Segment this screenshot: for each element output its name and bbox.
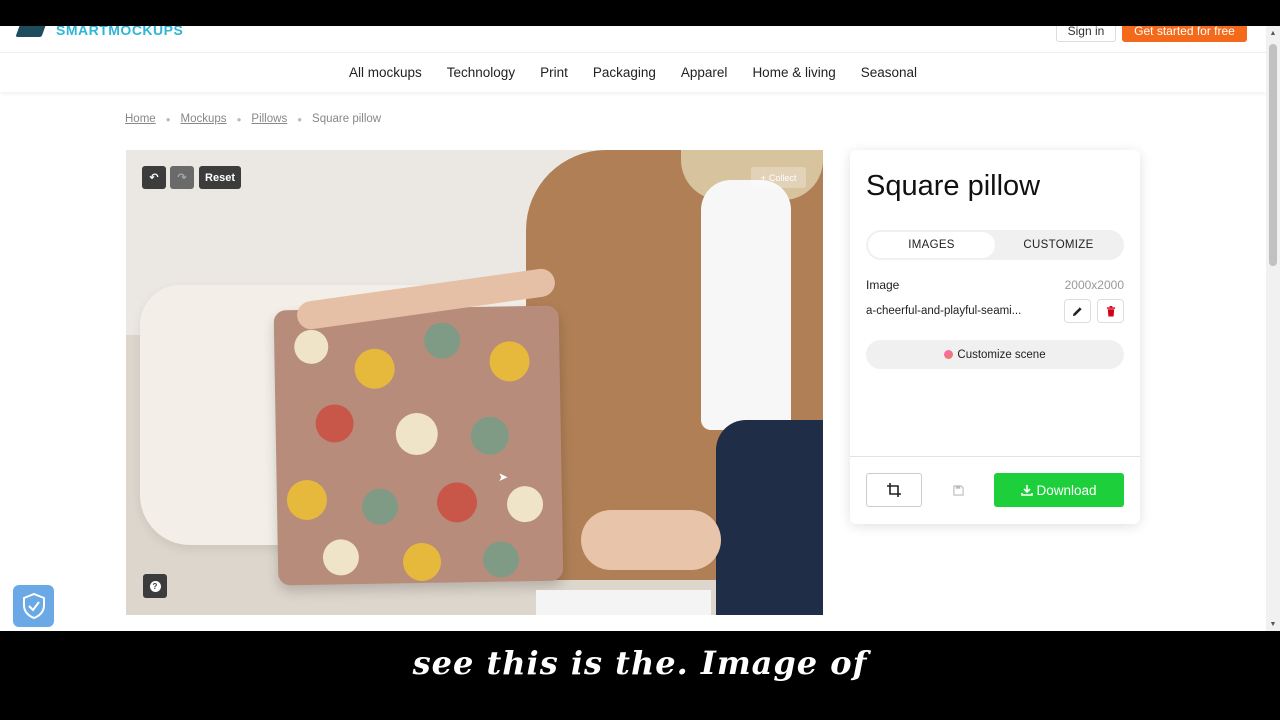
logo-icon <box>15 26 47 37</box>
shield-check-icon <box>22 593 45 619</box>
pattern-flower <box>506 485 544 523</box>
undo-button[interactable]: ↶ <box>142 166 166 189</box>
mockup-preview[interactable]: ➤ ↶ ↷ Reset + Collect ? <box>126 150 823 615</box>
breadcrumb-separator: ● <box>297 114 303 124</box>
nav-item-home-living[interactable]: Home & living <box>752 65 835 80</box>
pattern-flower <box>315 404 354 443</box>
nav-item-packaging[interactable]: Packaging <box>593 65 656 80</box>
panel-title: Square pillow <box>866 170 1041 202</box>
breadcrumb-mockups[interactable]: Mockups <box>181 113 227 125</box>
edit-image-button[interactable] <box>1064 299 1091 323</box>
letterbox-top <box>0 0 1280 26</box>
question-icon: ? <box>149 580 161 592</box>
breadcrumb-current: Square pillow <box>312 113 382 125</box>
pencil-icon <box>1072 306 1082 316</box>
undo-icon: ↶ <box>149 172 159 184</box>
save-button[interactable] <box>930 473 986 507</box>
crop-icon <box>887 483 901 497</box>
get-started-button[interactable]: Get started for free <box>1122 26 1247 42</box>
scene-book <box>536 590 711 615</box>
pattern-flower <box>322 539 360 576</box>
breadcrumb-home[interactable]: Home <box>125 113 156 125</box>
mockup-settings-panel: Square pillow IMAGES CUSTOMIZE Image 200… <box>850 150 1140 524</box>
pattern-flower <box>293 329 329 365</box>
collect-button[interactable]: + Collect <box>751 167 806 188</box>
nav-item-technology[interactable]: Technology <box>447 65 515 80</box>
scene-person-shirt <box>701 180 791 430</box>
image-size: 2000x2000 <box>1064 278 1124 292</box>
video-frame: SMARTMOCKUPS Sign in Get started for fre… <box>0 0 1280 720</box>
panel-tabs: IMAGES CUSTOMIZE <box>866 230 1124 260</box>
download-icon <box>1021 485 1034 496</box>
pattern-flower <box>436 481 478 523</box>
pattern-flower <box>489 341 530 382</box>
mockup-pillow-pattern[interactable] <box>273 305 564 586</box>
nav-item-apparel[interactable]: Apparel <box>681 65 728 80</box>
pattern-flower <box>354 348 395 390</box>
breadcrumb-separator: ● <box>165 114 171 124</box>
scroll-down-icon[interactable]: ▼ <box>1269 621 1277 629</box>
help-button[interactable]: ? <box>143 574 167 598</box>
nav-item-print[interactable]: Print <box>540 65 568 80</box>
customize-scene-button[interactable]: Customize scene <box>866 340 1124 369</box>
logo-text: SMARTMOCKUPS <box>56 26 184 38</box>
scene-person-hand <box>581 510 721 570</box>
plus-icon: + <box>760 172 766 183</box>
scene-person-jeans <box>716 420 823 615</box>
subtitle-text: see this is the. Image of <box>412 643 868 682</box>
tab-images[interactable]: IMAGES <box>868 232 995 258</box>
subtitle-bar: see this is the. Image of <box>0 631 1280 720</box>
privacy-shield-button[interactable] <box>13 585 54 627</box>
collect-label: Collect <box>768 172 797 183</box>
breadcrumb: Home ● Mockups ● Pillows ● Square pillow <box>125 113 381 125</box>
save-icon <box>952 484 964 496</box>
trash-icon <box>1106 305 1115 317</box>
customize-scene-label: Customize scene <box>957 348 1046 361</box>
download-button[interactable]: Download <box>994 473 1124 507</box>
mouse-cursor-icon: ➤ <box>498 470 509 484</box>
pattern-flower <box>395 412 439 456</box>
pattern-flower <box>286 479 328 521</box>
pattern-flower <box>482 541 520 578</box>
redo-button[interactable]: ↷ <box>170 166 194 189</box>
tab-customize[interactable]: CUSTOMIZE <box>995 232 1122 258</box>
sign-in-button[interactable]: Sign in <box>1056 26 1116 42</box>
browser-page: SMARTMOCKUPS Sign in Get started for fre… <box>0 26 1266 631</box>
reset-button[interactable]: Reset <box>199 166 241 189</box>
crop-button[interactable] <box>866 473 922 507</box>
download-label: Download <box>1036 482 1097 498</box>
scroll-up-icon[interactable]: ▲ <box>1269 30 1277 38</box>
pattern-flower <box>361 488 399 525</box>
page-scrollbar[interactable]: ▲ ▼ <box>1266 26 1280 631</box>
delete-image-button[interactable] <box>1097 299 1124 323</box>
image-label: Image <box>866 278 900 292</box>
site-header: SMARTMOCKUPS Sign in Get started for fre… <box>0 26 1266 52</box>
pattern-flower <box>470 416 510 456</box>
redo-icon: ↷ <box>177 172 187 184</box>
pattern-flower <box>402 542 442 582</box>
scrollbar-thumb[interactable] <box>1269 44 1277 266</box>
nav-item-seasonal[interactable]: Seasonal <box>861 65 917 80</box>
breadcrumb-separator: ● <box>236 114 242 124</box>
breadcrumb-pillows[interactable]: Pillows <box>251 113 287 125</box>
category-nav: All mockups Technology Print Packaging A… <box>0 52 1266 92</box>
image-file-name: a-cheerful-and-playful-seami... <box>866 305 1022 317</box>
panel-divider <box>850 456 1140 457</box>
site-logo[interactable]: SMARTMOCKUPS <box>15 26 184 40</box>
palette-icon <box>944 350 954 359</box>
nav-item-all-mockups[interactable]: All mockups <box>349 65 422 80</box>
pattern-flower <box>423 322 461 359</box>
